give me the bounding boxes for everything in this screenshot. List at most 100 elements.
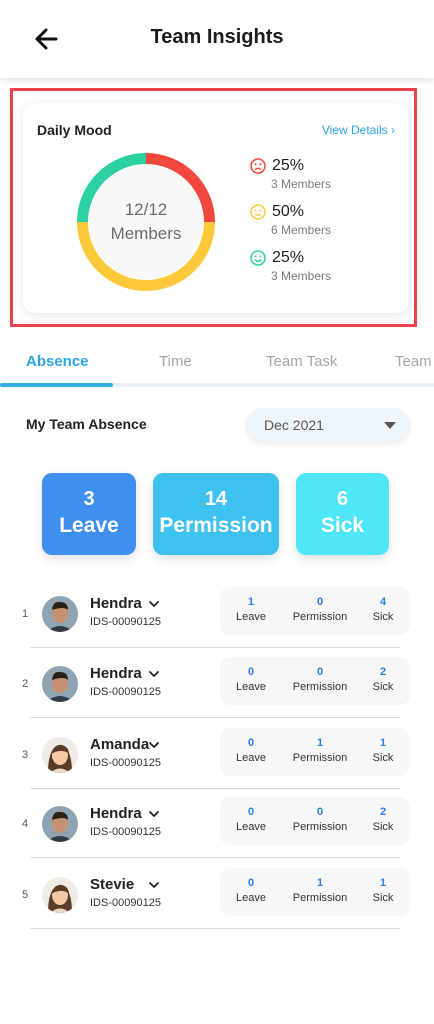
members-count: 12/12 xyxy=(124,200,168,219)
sick-summary-tile[interactable]: 6 Sick xyxy=(296,473,389,555)
sick-count: 1 xyxy=(379,877,387,889)
leave-total: 3 xyxy=(83,488,95,510)
sick-stat: 1 Sick xyxy=(366,876,400,906)
member-row[interactable]: 4 Hendra IDS-00090125 0 Leave 0 Permission 2 Sic… xyxy=(0,796,434,866)
leave-stat: 0 Leave xyxy=(232,736,270,766)
sick-count: 2 xyxy=(379,666,387,678)
daily-mood-card: Daily Mood View Details › 12/12 Members … xyxy=(23,103,409,313)
mood-legend-item: 25% 3 Members xyxy=(250,247,331,283)
app-header: Team Insights xyxy=(0,0,434,78)
avatar xyxy=(42,596,78,632)
member-name: Hendra xyxy=(90,665,142,682)
member-stats: 1 Leave 0 Permission 4 Sick xyxy=(220,587,410,635)
chevron-down-icon[interactable] xyxy=(148,880,160,890)
row-index: 4 xyxy=(22,818,29,830)
member-row[interactable]: 1 Hendra IDS-00090125 1 Leave 0 Permission 4 Sic… xyxy=(0,586,434,656)
leave-label: Leave xyxy=(236,821,266,833)
month-dropdown[interactable]: Dec 2021 xyxy=(246,408,410,442)
row-divider xyxy=(30,717,400,718)
chevron-down-icon[interactable] xyxy=(148,669,160,679)
permission-stat: 1 Permission xyxy=(288,736,352,766)
sick-count: 1 xyxy=(379,737,387,749)
team-absence-title: My Team Absence xyxy=(26,416,147,432)
tab-active-indicator xyxy=(0,383,113,387)
view-details-link[interactable]: View Details › xyxy=(322,123,395,137)
permission-stat: 0 Permission xyxy=(288,595,352,625)
row-index: 5 xyxy=(22,889,29,901)
mood-member-count: 6 Members xyxy=(271,223,332,237)
tab-absence[interactable]: Absence xyxy=(26,353,89,370)
member-name: Amanda xyxy=(90,736,150,753)
sick-stat: 1 Sick xyxy=(366,736,400,766)
member-row[interactable]: 3 Amanda IDS-00090125 0 Leave 1 Permission 1 Sic… xyxy=(0,727,434,797)
permission-count: 0 xyxy=(316,596,324,608)
mood-member-count: 3 Members xyxy=(271,269,332,283)
permission-label: Permission xyxy=(292,752,348,764)
row-divider xyxy=(30,857,400,858)
member-stats: 0 Leave 0 Permission 2 Sick xyxy=(220,797,410,845)
permission-label: Permission xyxy=(292,681,348,693)
page-title: Team Insights xyxy=(150,26,284,48)
chevron-down-icon[interactable] xyxy=(148,599,160,609)
leave-count: 0 xyxy=(247,666,255,678)
donut-center: 12/12 Members xyxy=(73,149,219,295)
leave-stat: 1 Leave xyxy=(232,595,270,625)
sick-label: Sick xyxy=(372,821,394,833)
tab-team[interactable]: Team xyxy=(395,353,432,370)
leave-count: 0 xyxy=(247,806,255,818)
tab-team-task[interactable]: Team Task xyxy=(266,353,337,370)
leave-stat: 0 Leave xyxy=(232,805,270,835)
sick-count: 2 xyxy=(379,806,387,818)
tab-bar: Absence Time Team Task Team xyxy=(0,345,434,389)
avatar xyxy=(42,666,78,702)
leave-label: Leave xyxy=(236,611,266,623)
permission-summary-tile[interactable]: 14 Permission xyxy=(153,473,279,555)
permission-stat: 0 Permission xyxy=(288,805,352,835)
tab-time[interactable]: Time xyxy=(159,353,192,370)
member-id: IDS-00090125 xyxy=(90,826,161,838)
leave-summary-tile[interactable]: 3 Leave xyxy=(42,473,136,555)
avatar xyxy=(42,806,78,842)
leave-tile-label: Leave xyxy=(59,514,119,537)
permission-label: Permission xyxy=(292,892,348,904)
sick-total: 6 xyxy=(336,488,349,510)
permission-count: 0 xyxy=(316,806,324,818)
member-name: Hendra xyxy=(90,805,142,822)
permission-count: 1 xyxy=(316,877,324,889)
chevron-down-icon[interactable] xyxy=(148,740,160,750)
member-id: IDS-00090125 xyxy=(90,616,161,628)
member-row[interactable]: 2 Hendra IDS-00090125 0 Leave 0 Permission 2 Sic… xyxy=(0,656,434,726)
permission-stat: 0 Permission xyxy=(288,665,352,695)
sick-tile-label: Sick xyxy=(320,514,365,537)
row-index: 3 xyxy=(22,749,29,761)
member-name: Hendra xyxy=(90,595,142,612)
chevron-down-icon[interactable] xyxy=(148,809,160,819)
mood-legend-item: 50% 6 Members xyxy=(250,201,331,237)
leave-stat: 0 Leave xyxy=(232,665,270,695)
member-id: IDS-00090125 xyxy=(90,897,161,909)
neutral-face-icon xyxy=(250,204,266,220)
mood-percent: 25% xyxy=(272,249,305,266)
leave-label: Leave xyxy=(236,752,266,764)
member-stats: 0 Leave 1 Permission 1 Sick xyxy=(220,728,410,776)
permission-count: 0 xyxy=(316,666,324,678)
leave-label: Leave xyxy=(236,681,266,693)
mood-member-count: 3 Members xyxy=(271,177,332,191)
leave-count: 0 xyxy=(247,737,255,749)
daily-mood-title: Daily Mood xyxy=(37,122,112,138)
member-stats: 0 Leave 1 Permission 1 Sick xyxy=(220,868,410,916)
caret-down-icon xyxy=(384,422,396,429)
row-divider xyxy=(30,788,400,789)
leave-label: Leave xyxy=(236,892,266,904)
permission-stat: 1 Permission xyxy=(288,876,352,906)
member-stats: 0 Leave 0 Permission 2 Sick xyxy=(220,657,410,705)
members-label: Members xyxy=(110,224,182,243)
member-row[interactable]: 5 Stevie IDS-00090125 0 Leave 1 Permission 1 Sic… xyxy=(0,867,434,937)
permission-tile-label: Permission xyxy=(159,514,273,537)
sad-face-icon xyxy=(250,158,266,174)
sick-label: Sick xyxy=(372,611,394,623)
sick-label: Sick xyxy=(372,681,394,693)
member-id: IDS-00090125 xyxy=(90,686,161,698)
leave-stat: 0 Leave xyxy=(232,876,270,906)
mood-percent: 50% xyxy=(272,203,305,220)
